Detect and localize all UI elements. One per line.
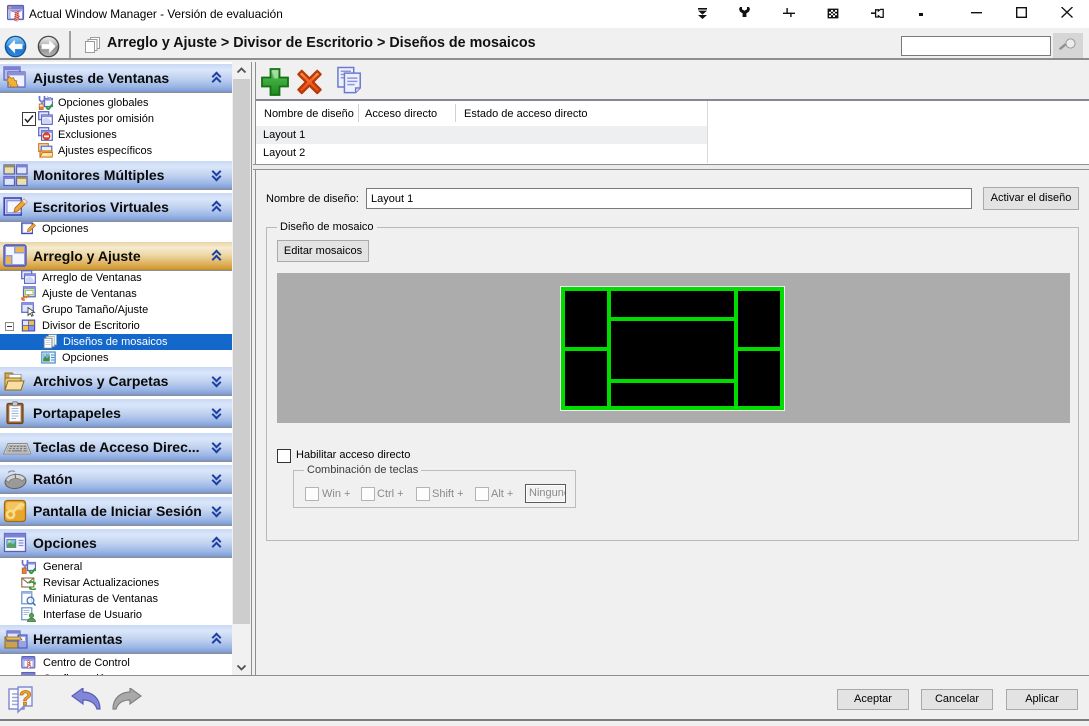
svg-text:?: ? — [19, 687, 32, 710]
